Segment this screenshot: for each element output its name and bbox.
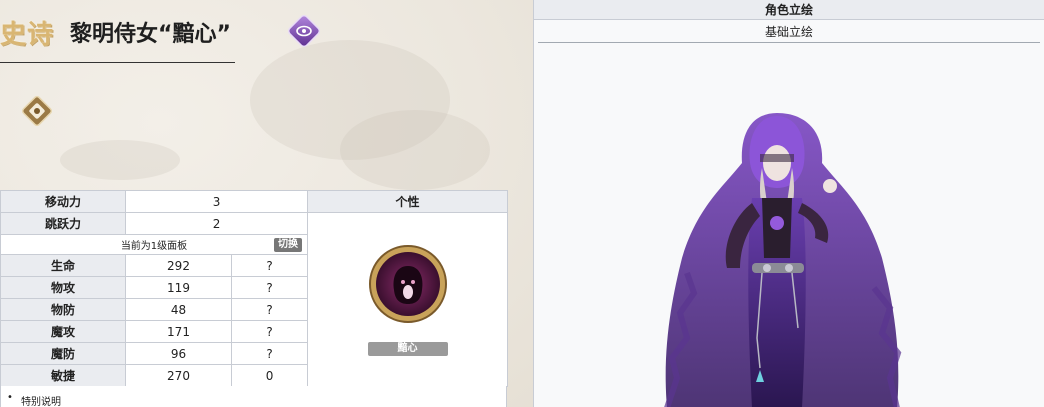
stat-extra: ?	[230, 298, 309, 321]
trait-cell: 黯心	[307, 212, 509, 387]
panel-level-note: 当前为1级面板 切换	[0, 234, 309, 255]
stats-table: 移动力 3 个性 跳跃力 2 黯心 当前为1级面板 切换 生命 292 ? 物攻…	[0, 190, 509, 387]
trait-name-badge[interactable]: 黯心	[367, 341, 448, 356]
panel-level-text: 当前为1级面板	[120, 241, 188, 252]
header-divider	[0, 62, 235, 63]
stat-label: 魔攻	[0, 320, 126, 343]
portrait-title: 角色立绘	[534, 0, 1044, 20]
stat-extra: ?	[230, 320, 309, 343]
notes-item: 特别说明	[7, 392, 61, 407]
trait-icon[interactable]	[368, 244, 448, 324]
stat-value: 171	[125, 320, 232, 343]
character-portrait	[664, 113, 902, 407]
stat-extra: ?	[230, 276, 309, 299]
tab-base-portrait[interactable]: 基础立绘	[538, 22, 1040, 43]
stat-label: 跳跃力	[0, 212, 126, 235]
stat-extra: 0	[230, 364, 309, 387]
character-info-panel: 史诗 黎明侍女“黯心” 移动力 3 个性 跳跃力 2 黯心 当前为1级面板 切换…	[0, 0, 533, 407]
stat-value: 270	[125, 364, 232, 387]
stat-value: 292	[125, 254, 232, 277]
stat-label: 移动力	[0, 190, 126, 213]
sub-emblem-icon	[21, 95, 53, 127]
stat-value: 96	[125, 342, 232, 365]
stat-extra: ?	[230, 254, 309, 277]
stat-value: 48	[125, 298, 232, 321]
character-name: 黎明侍女“黯心”	[70, 22, 231, 47]
notes-list: 特别说明	[0, 386, 507, 407]
rarity-label: 史诗	[0, 20, 55, 50]
stat-value: 119	[125, 276, 232, 299]
stat-label: 物防	[0, 298, 126, 321]
stat-extra: ?	[230, 342, 309, 365]
switch-button[interactable]: 切换	[274, 238, 303, 252]
stat-value: 2	[124, 212, 309, 235]
stat-label: 生命	[0, 254, 126, 277]
class-icon	[287, 14, 321, 48]
portrait-panel: 角色立绘 基础立绘	[533, 0, 1044, 407]
stat-label: 魔防	[0, 342, 126, 365]
trait-header: 个性	[307, 190, 509, 213]
stat-value: 3	[124, 190, 309, 213]
stat-label: 物攻	[0, 276, 126, 299]
stat-label: 敏捷	[0, 364, 126, 387]
